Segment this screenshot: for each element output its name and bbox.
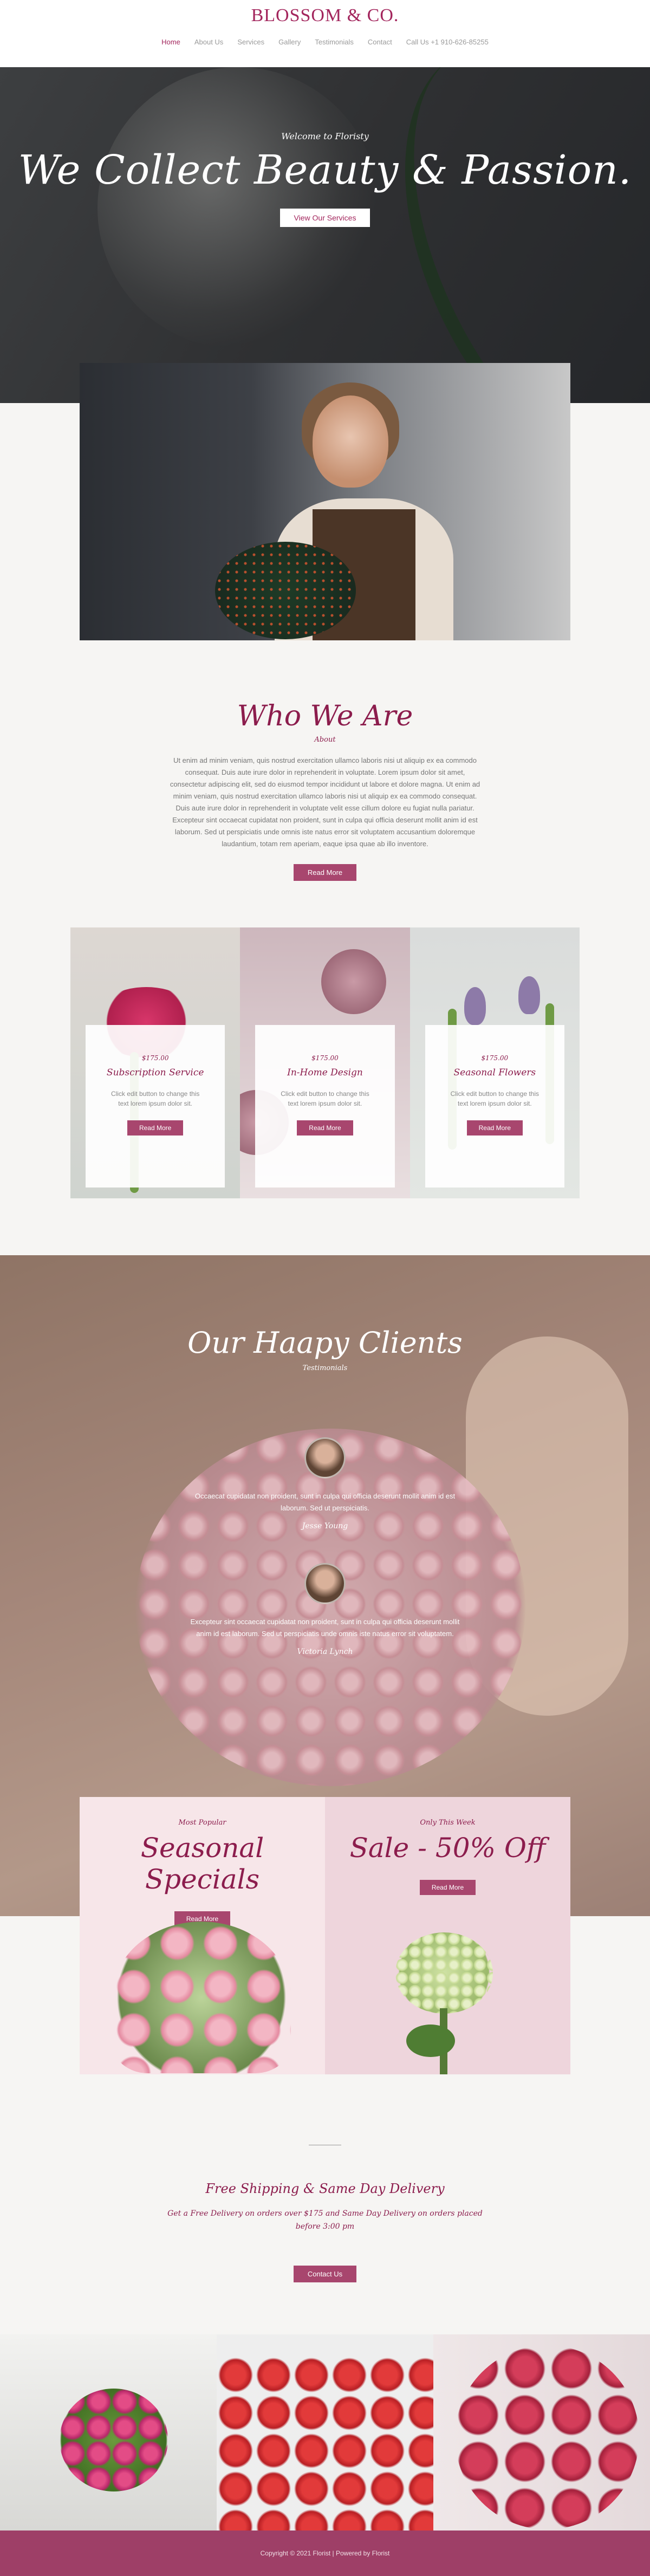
testimonial: Occaecat cupidatat non proident, sunt in…: [184, 1437, 466, 1530]
nav-gallery[interactable]: Gallery: [278, 38, 301, 46]
testimonials-subtitle: Testimonials: [302, 1364, 348, 1372]
testimonials-title: Our Haapy Clients: [187, 1326, 463, 1360]
nav-home[interactable]: Home: [161, 38, 180, 46]
contact-us-button[interactable]: Contact Us: [293, 2266, 357, 2282]
testimonial-author: Jesse Young: [302, 1522, 348, 1530]
nav-about[interactable]: About Us: [194, 38, 223, 46]
services-section: $175.00 Subscription Service Click edit …: [70, 927, 580, 1198]
special-eyebrow: Most Popular: [178, 1819, 226, 1827]
about-section: Who We Are About Ut enim ad minim veniam…: [0, 640, 650, 895]
site-header: BLOSSOM & CO. Home About Us Services Gal…: [0, 0, 650, 67]
site-logo[interactable]: BLOSSOM & CO.: [0, 0, 650, 26]
testimonial-author: Victoria Lynch: [297, 1647, 353, 1656]
service-title: Seasonal Flowers: [453, 1067, 536, 1078]
special-card: Most Popular Seasonal Specials Read More: [80, 1797, 325, 2074]
hero-eyebrow: Welcome to Floristy: [281, 131, 369, 141]
service-price: $175.00: [141, 1054, 169, 1062]
avatar: [304, 1437, 346, 1478]
about-subtitle: About: [314, 736, 336, 744]
service-read-more-button[interactable]: Read More: [127, 1120, 184, 1135]
about-read-more-button[interactable]: Read More: [293, 864, 357, 881]
shipping-text: Get a Free Delivery on orders over $175 …: [167, 2209, 483, 2231]
hero-section: Welcome to Floristy We Collect Beauty & …: [0, 67, 650, 403]
testimonial: Excepteur sint occaecat cupidatat non pr…: [184, 1563, 466, 1656]
special-title: Seasonal Specials: [140, 1832, 264, 1895]
special-eyebrow: Only This Week: [420, 1819, 476, 1827]
view-services-button[interactable]: View Our Services: [280, 209, 370, 227]
service-column: $175.00 In-Home Design Click edit button…: [240, 927, 410, 1198]
service-card: $175.00 Seasonal Flowers Click edit butt…: [425, 1025, 564, 1188]
service-card: $175.00 In-Home Design Click edit button…: [255, 1025, 395, 1188]
special-card: Only This Week Sale - 50% Off Read More: [325, 1797, 570, 2074]
flower-vase-image: [112, 1922, 291, 2073]
copyright-text: Copyright © 2021 Florist | Powered by Fl…: [260, 2549, 390, 2557]
specials-section: Most Popular Seasonal Specials Read More…: [80, 1797, 570, 2074]
hero-title: We Collect Beauty & Passion.: [18, 147, 632, 193]
service-read-more-button[interactable]: Read More: [297, 1120, 353, 1135]
special-read-more-button[interactable]: Read More: [419, 1880, 476, 1895]
hydrangea-image: [395, 1932, 493, 2014]
nav-testimonials[interactable]: Testimonials: [315, 38, 354, 46]
nav-services[interactable]: Services: [237, 38, 264, 46]
shipping-title: Free Shipping & Same Day Delivery: [205, 2181, 445, 2196]
special-title: Sale - 50% Off: [349, 1832, 546, 1864]
service-column: $175.00 Subscription Service Click edit …: [70, 927, 240, 1198]
about-title: Who We Are: [237, 700, 413, 732]
testimonial-quote: Occaecat cupidatat non proident, sunt in…: [194, 1492, 456, 1512]
avatar: [304, 1563, 346, 1604]
site-footer: Copyright © 2021 Florist | Powered by Fl…: [0, 2530, 650, 2576]
service-card: $175.00 Subscription Service Click edit …: [86, 1025, 225, 1188]
service-title: In-Home Design: [287, 1067, 363, 1078]
main-nav: Home About Us Services Gallery Testimoni…: [0, 38, 650, 46]
gallery-image[interactable]: [0, 2334, 217, 2530]
gallery-strip: [0, 2334, 650, 2530]
service-price: $175.00: [481, 1054, 509, 1062]
testimonial-quote: Excepteur sint occaecat cupidatat non pr…: [190, 1618, 460, 1638]
nav-contact[interactable]: Contact: [368, 38, 392, 46]
about-body: Ut enim ad minim veniam, quis nostrud ex…: [170, 756, 480, 848]
service-text: Click edit button to change this text lo…: [450, 1090, 540, 1107]
shipping-section: Free Shipping & Same Day Delivery Get a …: [0, 2074, 650, 2334]
service-title: Subscription Service: [106, 1067, 204, 1078]
service-text: Click edit button to change this text lo…: [110, 1090, 200, 1107]
gallery-image[interactable]: [217, 2334, 433, 2530]
service-read-more-button[interactable]: Read More: [466, 1120, 523, 1135]
service-price: $175.00: [311, 1054, 339, 1062]
service-text: Click edit button to change this text lo…: [281, 1090, 369, 1107]
nav-phone[interactable]: Call Us +1 910-626-85255: [406, 38, 489, 46]
gallery-image[interactable]: [433, 2334, 650, 2530]
service-column: $175.00 Seasonal Flowers Click edit butt…: [410, 927, 580, 1198]
dahlia-image: [321, 949, 387, 1014]
florist-photo: [80, 363, 570, 640]
